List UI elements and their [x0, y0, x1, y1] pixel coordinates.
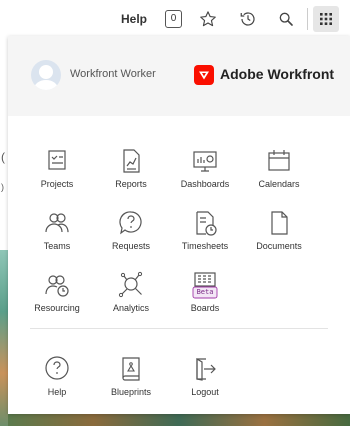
app-label: Blueprints — [110, 387, 152, 397]
app-resourcing[interactable]: Resourcing — [15, 270, 99, 330]
app-launcher-panel: Workfront Worker Adobe Workfront Project… — [8, 36, 350, 414]
timesheets-icon — [190, 208, 220, 238]
app-label: Calendars — [258, 179, 300, 189]
requests-icon — [116, 208, 146, 238]
top-bar: Help 0 — [0, 0, 350, 38]
app-label: Help — [47, 387, 67, 397]
background-image — [8, 414, 350, 426]
logout-icon — [190, 354, 220, 384]
app-label: Teams — [43, 241, 71, 251]
projects-icon — [42, 146, 72, 176]
app-label: Resourcing — [34, 303, 80, 313]
avatar[interactable] — [31, 60, 61, 90]
user-name[interactable]: Workfront Worker — [70, 68, 156, 80]
star-icon[interactable] — [197, 8, 219, 30]
notification-count-badge[interactable]: 0 — [165, 10, 182, 28]
app-label: Documents — [256, 241, 302, 251]
app-label: Boards — [190, 303, 220, 313]
app-blueprints[interactable]: Blueprints — [89, 354, 173, 414]
separator — [30, 328, 328, 329]
boards-icon: Beta — [190, 270, 220, 300]
app-reports[interactable]: Reports — [89, 146, 173, 206]
app-timesheets[interactable]: Timesheets — [163, 208, 247, 268]
teams-icon — [42, 208, 72, 238]
app-dashboards[interactable]: Dashboards — [163, 146, 247, 206]
app-calendars[interactable]: Calendars — [237, 146, 321, 206]
app-launcher-icon[interactable] — [313, 6, 339, 32]
help-icon — [42, 354, 72, 384]
app-help[interactable]: Help — [15, 354, 99, 414]
app-label: Reports — [115, 179, 147, 189]
background-image — [0, 250, 8, 426]
calendars-icon — [264, 146, 294, 176]
help-link[interactable]: Help — [121, 12, 147, 26]
dashboards-icon — [190, 146, 220, 176]
analytics-icon — [116, 270, 146, 300]
background-text: ) — [1, 182, 4, 192]
divider — [307, 8, 308, 30]
search-icon[interactable] — [275, 8, 297, 30]
app-boards[interactable]: Beta Boards — [163, 270, 247, 330]
app-teams[interactable]: Teams — [15, 208, 99, 268]
app-label: Timesheets — [181, 241, 229, 251]
app-label: Logout — [191, 387, 219, 397]
app-label: Requests — [111, 241, 151, 251]
reports-icon — [116, 146, 146, 176]
app-requests[interactable]: Requests — [89, 208, 173, 268]
documents-icon — [264, 208, 294, 238]
app-documents[interactable]: Documents — [237, 208, 321, 268]
history-icon[interactable] — [237, 8, 259, 30]
brand-name: Adobe Workfront — [220, 66, 335, 82]
blueprints-icon — [116, 354, 146, 384]
beta-badge: Beta — [196, 288, 214, 296]
adobe-workfront-logo — [194, 65, 214, 85]
app-label: Projects — [40, 179, 74, 189]
resourcing-icon — [42, 270, 72, 300]
app-projects[interactable]: Projects — [15, 146, 99, 206]
app-label: Dashboards — [180, 179, 230, 189]
background-text: ( — [1, 150, 5, 164]
app-analytics[interactable]: Analytics — [89, 270, 173, 330]
panel-header: Workfront Worker Adobe Workfront — [8, 36, 350, 116]
app-logout[interactable]: Logout — [163, 354, 247, 414]
app-label: Analytics — [112, 303, 149, 313]
